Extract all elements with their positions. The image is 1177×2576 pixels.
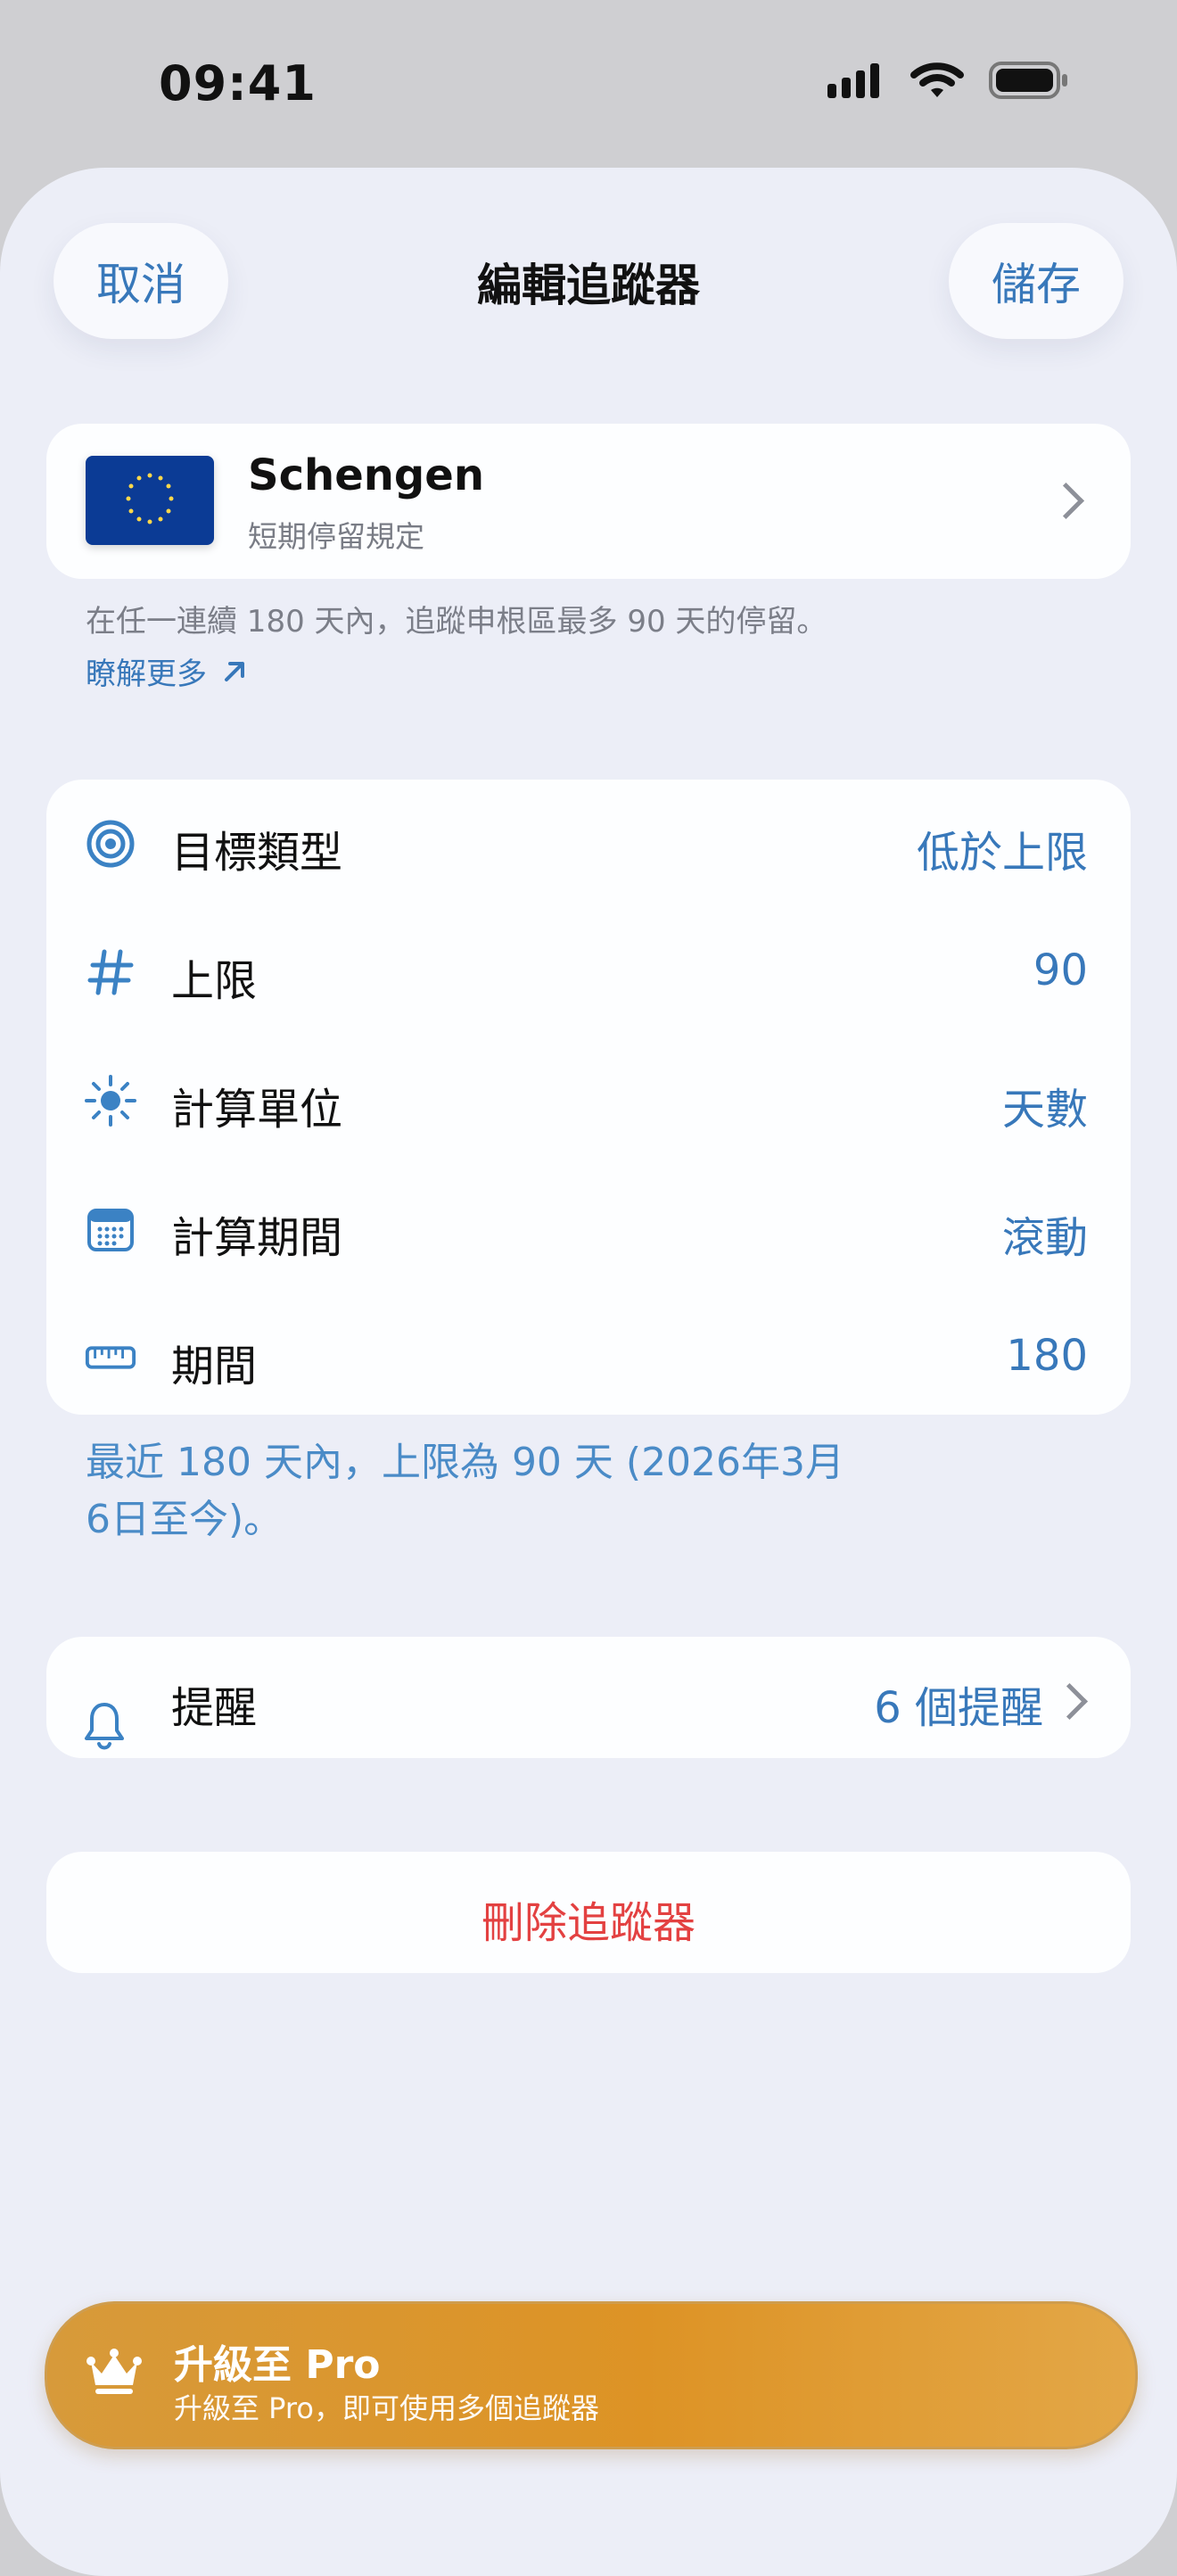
rule-card[interactable]: Schengen 短期停留規定 — [46, 424, 1131, 579]
rule-subtitle: 短期停留規定 — [248, 519, 424, 554]
learn-more-link[interactable]: 瞭解更多 — [86, 649, 250, 693]
reminders-row[interactable]: 提醒 6 個提醒 — [46, 1637, 1131, 1758]
delete-tracker-button[interactable]: 刪除追蹤器 — [46, 1852, 1131, 1973]
upgrade-subtitle: 升級至 Pro，即可使用多個追蹤器 — [174, 2391, 599, 2425]
edit-tracker-sheet: 取消 編輯追蹤器 儲存 Schengen 短期停留規定 在任一連續 180 天內… — [0, 168, 1177, 2576]
limit-label: 上限 — [171, 956, 258, 1006]
reminders-label: 提醒 — [171, 1683, 258, 1733]
delete-tracker-label: 刪除追蹤器 — [481, 1898, 696, 1948]
period-summary: 最近 180 天內，上限為 90 天 (2026年3月 6日至今)。 — [86, 1434, 933, 1548]
period-value: 180 — [1006, 1331, 1088, 1381]
calculation-period-label: 計算期間 — [171, 1213, 343, 1263]
upgrade-to-pro-button[interactable]: 升級至 Pro 升級至 Pro，即可使用多個追蹤器 — [45, 2301, 1138, 2449]
calculation-unit-label: 計算單位 — [171, 1085, 343, 1135]
rule-description: 在任一連續 180 天內，追蹤申根區最多 90 天的停留。 — [86, 604, 827, 640]
goal-type-label: 目標類型 — [171, 828, 343, 878]
calculation-period-value: 滾動 — [1001, 1213, 1088, 1263]
calculation-period-row[interactable]: 計算期間 滾動 — [46, 1165, 1131, 1293]
ruler-icon — [84, 1331, 137, 1384]
external-link-arrow-icon — [225, 661, 244, 681]
goal-type-value: 低於上限 — [916, 828, 1088, 878]
period-summary-line-2: 6日至今)。 — [86, 1497, 284, 1542]
rule-title: Schengen — [248, 450, 485, 500]
tracker-settings-card: 目標類型 低於上限 上限 90 計算單位 天數 計算期間 滾動 期間 180 — [46, 780, 1131, 1415]
period-summary-line-1: 最近 180 天內，上限為 90 天 (2026年3月 — [86, 1440, 845, 1485]
crown-icon — [86, 2349, 142, 2394]
sun-icon — [84, 1074, 137, 1127]
chevron-right-icon — [1047, 482, 1085, 520]
status-time: 09:41 — [159, 55, 317, 111]
bell-icon — [85, 1703, 124, 1750]
goal-type-row[interactable]: 目標類型 低於上限 — [46, 780, 1131, 908]
limit-row[interactable]: 上限 90 — [46, 908, 1131, 1036]
learn-more-label: 瞭解更多 — [86, 656, 207, 692]
battery-icon — [989, 62, 1067, 99]
target-icon — [84, 817, 137, 871]
wifi-icon — [910, 62, 964, 97]
calculation-unit-value: 天數 — [1001, 1085, 1088, 1135]
status-icons — [826, 61, 1070, 100]
limit-value: 90 — [1033, 945, 1088, 995]
reminders-value: 6 個提醒 — [874, 1683, 1043, 1733]
save-button[interactable]: 儲存 — [949, 223, 1124, 339]
european-union-flag-icon — [86, 456, 214, 545]
calendar-icon — [84, 1202, 137, 1256]
calculation-unit-row[interactable]: 計算單位 天數 — [46, 1036, 1131, 1165]
hash-icon — [84, 945, 137, 999]
chevron-right-icon — [1050, 1682, 1089, 1721]
status-bar: 09:41 — [0, 0, 1177, 169]
period-label: 期間 — [171, 1342, 258, 1391]
cellular-signal-icon — [827, 63, 879, 98]
period-row[interactable]: 期間 180 — [46, 1293, 1131, 1422]
upgrade-title: 升級至 Pro — [174, 2342, 381, 2388]
